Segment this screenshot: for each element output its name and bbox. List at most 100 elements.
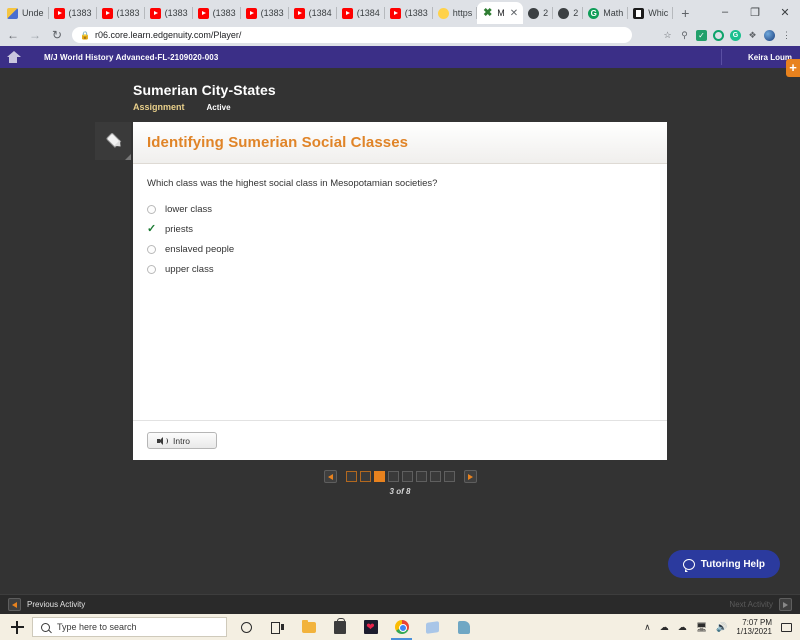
previous-activity-button[interactable]: Previous Activity [8, 598, 85, 611]
microsoft-store-icon[interactable] [324, 614, 355, 640]
youtube-icon [101, 7, 113, 19]
option-row[interactable]: enslaved people [147, 240, 653, 259]
bag-icon [7, 7, 18, 19]
g-extension-icon[interactable]: G [730, 29, 741, 41]
tab-label: (1384 [356, 8, 380, 18]
option-row-selected[interactable]: ✓ priests [147, 220, 653, 239]
radio-icon[interactable] [147, 205, 156, 214]
new-tab-button[interactable]: + [673, 2, 697, 24]
tab-label: Whic [648, 8, 669, 18]
reload-button[interactable]: ↻ [50, 28, 64, 42]
chrome-icon[interactable] [386, 614, 417, 640]
avatar[interactable] [764, 29, 775, 41]
zoom-extension-icon[interactable]: ⚲ [679, 30, 690, 41]
pager-prev-button[interactable] [323, 470, 337, 483]
close-icon[interactable]: ✕ [510, 8, 518, 19]
network-icon[interactable]: 🖥 [696, 622, 707, 633]
option-label: lower class [165, 204, 212, 215]
browser-tab[interactable]: G Math [583, 2, 629, 24]
youtube-icon [341, 7, 353, 19]
browser-tab[interactable]: Whic [628, 2, 674, 24]
card-footer: Intro [133, 420, 667, 460]
taskbar-search-placeholder: Type here to search [57, 622, 137, 632]
url-input[interactable]: 🔒 r06.core.learn.edgenuity.com/Player/ [72, 27, 632, 43]
windows-taskbar: Type here to search ❤ ∧ ☁ ☁ 🖥 🔊 7:07 PM … [0, 614, 800, 640]
home-icon[interactable] [6, 50, 21, 64]
tab-label: https [452, 8, 473, 18]
close-window-button[interactable]: ✕ [770, 0, 800, 24]
browser-tab[interactable]: 2 [553, 2, 584, 24]
blue-app-icon[interactable] [417, 614, 448, 640]
pager-square-1[interactable] [345, 471, 357, 482]
browser-tab-active[interactable]: ✖ M ✕ [477, 2, 524, 24]
radio-icon[interactable] [147, 265, 156, 274]
maximize-button[interactable]: ❐ [740, 0, 770, 24]
tutoring-help-button[interactable]: Tutoring Help [667, 550, 780, 578]
browser-tab[interactable]: (1383 [49, 2, 97, 24]
minimize-button[interactable]: – [710, 0, 740, 24]
page-title: Sumerian City-States [133, 82, 276, 98]
browser-tab[interactable]: (1383 [97, 2, 145, 24]
youtube-icon [389, 7, 401, 19]
option-row[interactable]: lower class [147, 200, 653, 219]
pager-next-button[interactable] [463, 470, 477, 483]
task-view-icon[interactable] [262, 614, 293, 640]
browser-tab[interactable]: (1383 [145, 2, 193, 24]
edgenuity-icon: ✖ [482, 6, 494, 19]
activity-card: Identifying Sumerian Social Classes Whic… [133, 122, 667, 460]
pager-square-6[interactable] [415, 471, 427, 482]
browser-tab[interactable]: 2 [523, 2, 554, 24]
pager-square-3[interactable] [373, 471, 385, 482]
tab-label: M [497, 8, 505, 18]
browser-tab[interactable]: https [433, 2, 478, 24]
pager-squares [345, 471, 455, 482]
notifications-icon[interactable] [781, 622, 792, 632]
lock-icon: 🔒 [80, 30, 90, 40]
taskbar-search-input[interactable]: Type here to search [32, 617, 227, 637]
cortana-icon[interactable] [231, 614, 262, 640]
question-text: Which class was the highest social class… [147, 178, 438, 189]
tutoring-help-label: Tutoring Help [700, 558, 765, 570]
pager-square-8[interactable] [443, 471, 455, 482]
address-bar: ← → ↻ 🔒 r06.core.learn.edgenuity.com/Pla… [0, 24, 800, 46]
next-activity-button[interactable]: Next Activity [729, 598, 792, 611]
start-button[interactable] [2, 614, 32, 640]
url-text: r06.core.learn.edgenuity.com/Player/ [94, 30, 242, 40]
browser-tab[interactable]: (1383 [193, 2, 241, 24]
bookmark-star-icon[interactable]: ☆ [662, 30, 673, 41]
browser-tab[interactable]: (1383 [385, 2, 433, 24]
clock-date: 1/13/2021 [736, 627, 772, 636]
back-button[interactable]: ← [6, 28, 20, 42]
radio-icon[interactable] [147, 245, 156, 254]
onedrive-icon[interactable]: ☁ [660, 622, 669, 633]
taskbar-clock[interactable]: 7:07 PM 1/13/2021 [736, 618, 772, 636]
youtube-icon [197, 7, 209, 19]
browser-tab[interactable]: (1384 [337, 2, 385, 24]
pager-square-4[interactable] [387, 471, 399, 482]
browser-tab[interactable]: Unde [2, 2, 49, 24]
pager-square-5[interactable] [401, 471, 413, 482]
heart-app-icon[interactable]: ❤ [355, 614, 386, 640]
card-header: Identifying Sumerian Social Classes [133, 122, 667, 164]
browser-tab[interactable]: (1384 [289, 2, 337, 24]
youtube-icon [53, 7, 65, 19]
option-row[interactable]: upper class [147, 260, 653, 279]
doc-icon [633, 7, 645, 19]
file-explorer-icon[interactable] [293, 614, 324, 640]
forward-button[interactable]: → [28, 28, 42, 42]
pager-square-7[interactable] [429, 471, 441, 482]
chrome-menu-icon[interactable]: ⋮ [781, 30, 792, 41]
annotation-tool-button[interactable] [95, 122, 131, 160]
pager-square-2[interactable] [359, 471, 371, 482]
grammarly-extension-icon[interactable]: ✓ [696, 29, 707, 41]
extensions-puzzle-icon[interactable]: ❖ [747, 30, 758, 41]
volume-icon[interactable]: 🔊 [716, 622, 727, 633]
teal-app-icon[interactable] [448, 614, 479, 640]
audio-intro-button[interactable]: Intro [147, 432, 217, 449]
opera-extension-icon[interactable] [713, 29, 724, 41]
browser-tab[interactable]: (1383 [241, 2, 289, 24]
pager-row [323, 470, 477, 483]
cloud-icon[interactable]: ☁ [678, 622, 687, 633]
lesson-type-label: Assignment [133, 102, 185, 112]
tray-expand-icon[interactable]: ∧ [644, 622, 651, 633]
